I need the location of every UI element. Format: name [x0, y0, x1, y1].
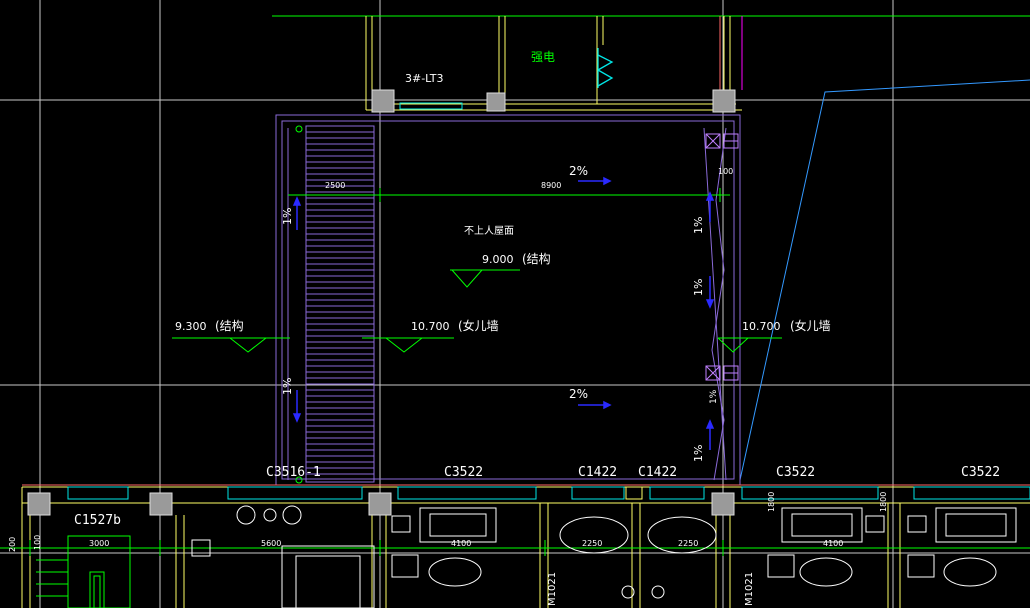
window-label-c1527b: C1527b	[74, 513, 121, 528]
door-label-m1021-a: M1021	[547, 572, 558, 606]
level-note-10700-right: (女儿墙	[790, 318, 831, 333]
dim-2250-a: 2250	[582, 539, 602, 548]
dim-1800-b: 1800	[879, 492, 888, 512]
cad-drawing-canvas[interactable]: 3#-LT3 强电 不上人屋面 2% 2% 1% 1% 1% 1% 1% 1% …	[0, 0, 1030, 608]
window-label-c3516: C3516-1	[266, 465, 321, 480]
dim-4100-b: 4100	[823, 539, 843, 548]
electrical-room-door	[597, 48, 614, 88]
roof-note: 不上人屋面	[464, 225, 514, 237]
window-label-c3522-c: C3522	[961, 465, 1000, 480]
dim-4100-a: 4100	[451, 539, 471, 548]
roof-drain-top	[705, 133, 739, 149]
slope-label-right-4: 1%	[709, 389, 719, 404]
roof-dimension-line	[288, 188, 730, 202]
slope-label-right-1: 1%	[692, 217, 705, 234]
site-boundary-line	[739, 79, 1030, 481]
dim-100-lower: 100	[33, 535, 42, 550]
lower-stairwell	[36, 535, 131, 608]
level-note-9000: (结构	[522, 251, 551, 266]
slope-label-top: 2%	[569, 164, 588, 178]
slope-label-right-3: 1%	[692, 445, 705, 462]
lower-dimension-line	[0, 540, 1030, 556]
dim-200: 200	[8, 537, 17, 552]
level-value-9000: 9.000	[482, 253, 514, 266]
level-value-10700-left: 10.700	[411, 320, 450, 333]
level-value-10700-right: 10.700	[742, 320, 781, 333]
roof-drain-bottom	[705, 365, 739, 381]
level-note-10700-left: (女儿墙	[458, 318, 499, 333]
dim-5600: 5600	[261, 539, 281, 548]
dim-1800-a: 1800	[767, 492, 776, 512]
structural-columns	[27, 89, 736, 516]
electric-room-label: 强电	[531, 50, 555, 64]
dim-100-roof: 100	[718, 167, 733, 176]
level-markers	[172, 269, 782, 353]
small-wall-pier	[625, 486, 643, 500]
slope-arrows	[292, 176, 715, 450]
dim-3000: 3000	[89, 539, 109, 548]
furniture-sofas	[391, 507, 1017, 578]
window-label-c3522-b: C3522	[776, 465, 815, 480]
slope-label-right-2: 1%	[692, 279, 705, 296]
stair-marker-top	[295, 125, 303, 133]
door-label-m1021-b: M1021	[744, 572, 755, 606]
level-note-9300: (结构	[215, 318, 244, 333]
window-label-c1422-a: C1422	[578, 465, 617, 480]
axis-grid	[0, 0, 1030, 608]
furniture-tables	[191, 505, 997, 608]
level-value-9300: 9.300	[175, 320, 207, 333]
window-label-c3522-a: C3522	[444, 465, 483, 480]
slope-label-bottom: 2%	[569, 387, 588, 401]
stair-ramp-hatch	[305, 125, 375, 483]
window-label-c1422-b: C1422	[638, 465, 677, 480]
drawing-labels: 3#-LT3 强电 不上人屋面 2% 2% 1% 1% 1% 1% 1% 1% …	[8, 50, 1000, 606]
slope-label-left-1: 1%	[281, 208, 294, 225]
dim-2250-b: 2250	[678, 539, 698, 548]
slope-label-left-2: 1%	[281, 378, 294, 395]
dim-8900: 8900	[541, 181, 561, 190]
lift-label: 3#-LT3	[405, 72, 444, 85]
dim-2500: 2500	[325, 181, 345, 190]
